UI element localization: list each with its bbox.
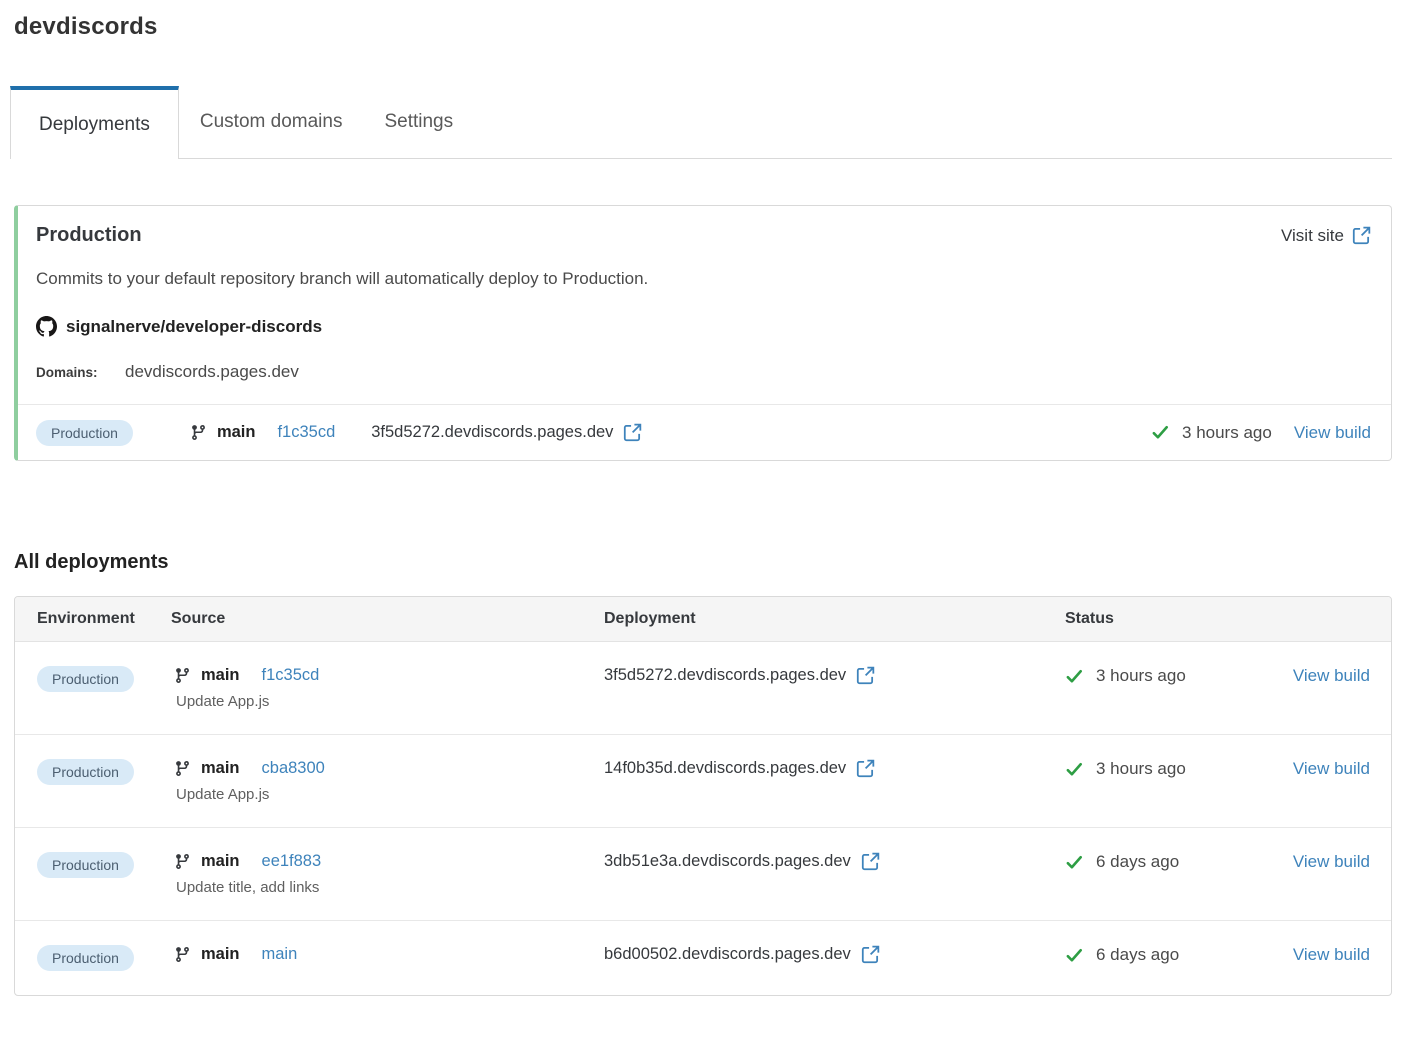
- tab-custom-domains[interactable]: Custom domains: [179, 86, 364, 158]
- check-icon: [1151, 423, 1170, 442]
- visit-site-link[interactable]: Visit site: [1281, 226, 1371, 246]
- git-branch-icon: [190, 424, 207, 441]
- tab-custom-domains-label: Custom domains: [200, 111, 343, 133]
- visit-site-label: Visit site: [1281, 226, 1344, 246]
- view-build-link[interactable]: View build: [1293, 945, 1370, 965]
- git-branch-icon: [174, 946, 191, 963]
- deploy-time: 3 hours ago: [1096, 759, 1186, 779]
- git-branch-icon: [174, 853, 191, 870]
- commit-link[interactable]: cba8300: [262, 759, 325, 778]
- environment-badge: Production: [37, 759, 134, 785]
- deployment-url: 3db51e3a.devdiscords.pages.dev: [604, 852, 851, 871]
- domains-label: Domains:: [36, 365, 125, 380]
- branch-name: main: [201, 759, 240, 778]
- deployment-url: b6d00502.devdiscords.pages.dev: [604, 945, 851, 964]
- git-branch-icon: [174, 667, 191, 684]
- pages-project-page: devdiscords Deployments Custom domains S…: [0, 0, 1413, 1037]
- repo-name: signalnerve/developer-discords: [66, 317, 322, 337]
- table-row: Production main main b6d00502.devdiscord…: [15, 920, 1391, 995]
- tab-settings[interactable]: Settings: [363, 86, 474, 158]
- git-branch-icon: [174, 760, 191, 777]
- production-deployment-row: Production main f1c35cd 3f5d5272.devdisc…: [18, 404, 1391, 460]
- external-link-icon[interactable]: [861, 945, 880, 964]
- all-deployments-heading: All deployments: [14, 551, 1413, 574]
- commit-link[interactable]: main: [262, 945, 298, 964]
- branch-name: main: [201, 666, 240, 685]
- view-build-link[interactable]: View build: [1294, 423, 1371, 443]
- deployment-url: 14f0b35d.devdiscords.pages.dev: [604, 759, 846, 778]
- deploy-time: 3 hours ago: [1096, 666, 1186, 686]
- tab-deployments[interactable]: Deployments: [10, 86, 179, 159]
- domains-row: Domains: devdiscords.pages.dev: [36, 362, 1371, 382]
- environment-badge: Production: [37, 945, 134, 971]
- view-build-link[interactable]: View build: [1293, 666, 1370, 686]
- deployment-url: 3f5d5272.devdiscords.pages.dev: [604, 666, 846, 685]
- branch-name: main: [201, 945, 240, 964]
- external-link-icon[interactable]: [623, 423, 642, 442]
- branch-name: main: [217, 423, 256, 442]
- deploy-time: 6 days ago: [1096, 852, 1179, 872]
- branch-name: main: [201, 852, 240, 871]
- check-icon: [1065, 946, 1084, 965]
- column-source: Source: [171, 610, 604, 628]
- commit-message: Update App.js: [176, 693, 604, 710]
- github-icon: [36, 316, 57, 337]
- table-row: Production main f1c35cd Update App.js 3f…: [15, 642, 1391, 734]
- commit-link[interactable]: f1c35cd: [277, 423, 335, 442]
- column-deployment: Deployment: [604, 610, 1065, 628]
- column-environment: Environment: [37, 610, 171, 628]
- external-link-icon[interactable]: [856, 666, 875, 685]
- commit-link[interactable]: ee1f883: [262, 852, 322, 871]
- deploy-time: 6 days ago: [1096, 945, 1179, 965]
- external-link-icon[interactable]: [856, 759, 875, 778]
- external-link-icon: [1352, 226, 1371, 245]
- deploy-time: 3 hours ago: [1182, 423, 1272, 443]
- check-icon: [1065, 760, 1084, 779]
- commit-link[interactable]: f1c35cd: [262, 666, 320, 685]
- tab-deployments-label: Deployments: [39, 114, 150, 136]
- repo-row: signalnerve/developer-discords: [36, 316, 1371, 337]
- check-icon: [1065, 853, 1084, 872]
- deployments-table: Environment Source Deployment Status Pro…: [14, 596, 1392, 996]
- tab-settings-label: Settings: [384, 111, 453, 133]
- table-row: Production main ee1f883 Update title, ad…: [15, 827, 1391, 920]
- external-link-icon[interactable]: [861, 852, 880, 871]
- environment-badge: Production: [37, 666, 134, 692]
- column-status: Status: [1065, 610, 1370, 628]
- check-icon: [1065, 667, 1084, 686]
- commit-message: Update App.js: [176, 786, 604, 803]
- deployment-url: 3f5d5272.devdiscords.pages.dev: [371, 423, 613, 442]
- production-heading: Production: [36, 224, 142, 247]
- environment-badge: Production: [36, 420, 133, 446]
- table-row: Production main cba8300 Update App.js 14…: [15, 734, 1391, 827]
- tab-bar: Deployments Custom domains Settings: [10, 86, 1392, 159]
- production-description: Commits to your default repository branc…: [36, 269, 1371, 289]
- domains-value: devdiscords.pages.dev: [125, 362, 299, 382]
- view-build-link[interactable]: View build: [1293, 852, 1370, 872]
- production-card: Production Visit site Commits to your de…: [14, 205, 1392, 461]
- environment-badge: Production: [37, 852, 134, 878]
- commit-message: Update title, add links: [176, 879, 604, 896]
- view-build-link[interactable]: View build: [1293, 759, 1370, 779]
- page-title: devdiscords: [14, 13, 1413, 41]
- table-header-row: Environment Source Deployment Status: [15, 597, 1391, 642]
